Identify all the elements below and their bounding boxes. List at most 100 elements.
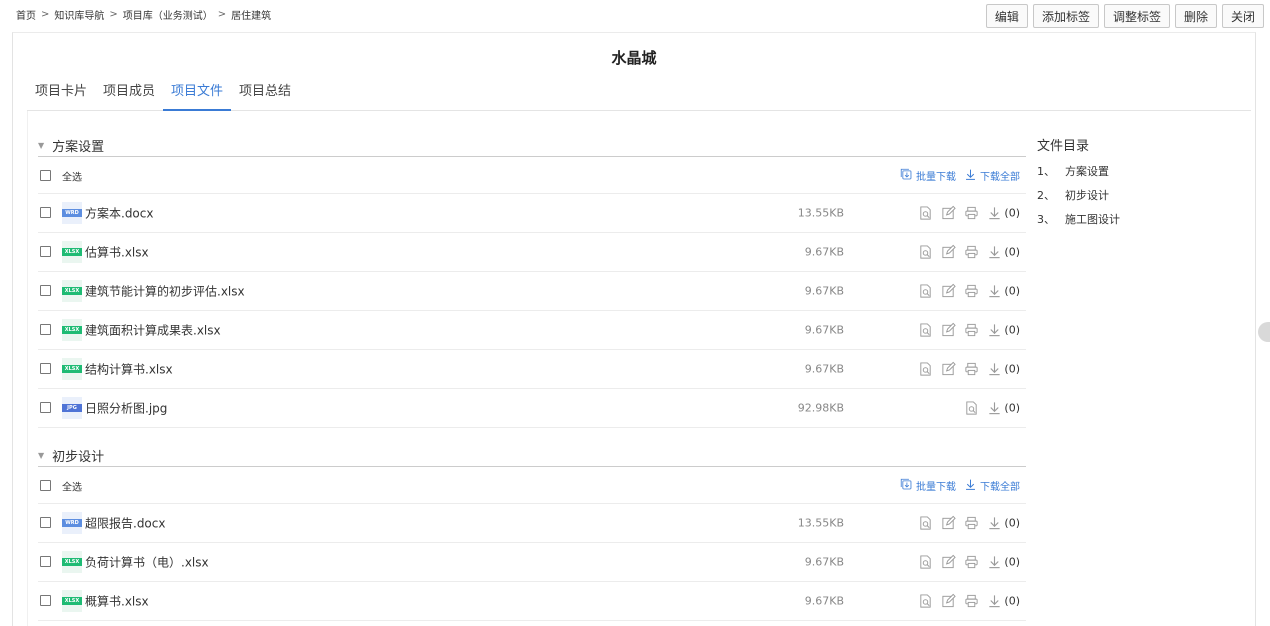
delete-button[interactable]: 删除 <box>1174 4 1217 28</box>
edit-icon[interactable] <box>941 593 957 609</box>
print-icon[interactable] <box>964 323 979 338</box>
close-button[interactable]: 关闭 <box>1221 4 1264 28</box>
catalog-item[interactable]: 2、 初步设计 <box>1037 184 1237 208</box>
file-name[interactable]: 超限报告.docx <box>85 515 165 532</box>
file-checkbox[interactable] <box>40 246 51 257</box>
breadcrumb-home[interactable]: 首页 <box>16 7 36 22</box>
batch-download-button[interactable]: 批量下载 <box>900 168 956 184</box>
tab-project-summary[interactable]: 项目总结 <box>231 79 299 111</box>
select-all-checkbox[interactable] <box>40 169 51 181</box>
file-name[interactable]: 日照分析图.jpg <box>85 400 167 417</box>
print-icon[interactable] <box>964 555 979 570</box>
caret-down-icon[interactable]: ▼ <box>38 141 44 150</box>
preview-icon[interactable] <box>918 323 933 338</box>
file-checkbox[interactable] <box>40 363 51 374</box>
file-checkbox[interactable] <box>40 324 51 335</box>
file-row: XLSX 估算书.xlsx 9.67KB (0) <box>38 233 1026 272</box>
file-type-badge: JPG <box>62 404 82 412</box>
edit-icon[interactable] <box>941 515 957 531</box>
file-row: XLSX 建筑面积计算成果表.xlsx 9.67KB (0) <box>38 311 1026 350</box>
select-all-row: 全选 批量下载 下载全部 <box>38 158 1026 194</box>
file-checkbox[interactable] <box>40 402 51 413</box>
catalog-item[interactable]: 1、 方案设置 <box>1037 160 1237 184</box>
file-name[interactable]: 负荷计算书（电）.xlsx <box>85 554 209 571</box>
file-name[interactable]: 建筑节能计算的初步评估.xlsx <box>85 283 245 300</box>
preview-icon[interactable] <box>918 516 933 531</box>
print-icon[interactable] <box>964 284 979 299</box>
page-title: 水晶城 <box>611 49 657 67</box>
file-actions: (0) <box>918 322 1020 338</box>
file-checkbox[interactable] <box>40 207 51 218</box>
section-header[interactable]: ▼ 方案设置 <box>38 135 1026 157</box>
download-button[interactable]: (0) <box>987 401 1020 416</box>
file-checkbox[interactable] <box>40 556 51 567</box>
download-button[interactable]: (0) <box>987 516 1020 531</box>
edit-icon[interactable] <box>941 283 957 299</box>
batch-download-button[interactable]: 批量下载 <box>900 478 956 494</box>
preview-icon[interactable] <box>918 362 933 377</box>
download-button[interactable]: (0) <box>987 284 1020 299</box>
download-button[interactable]: (0) <box>987 555 1020 570</box>
files-panel: 文件目录 1、 方案设置 2、 初步设计 3、 施工图设计 ▼ 方案设置 全选 批量下载 下载全部… <box>27 111 1245 626</box>
file-name[interactable]: 估算书.xlsx <box>85 244 149 261</box>
section-header[interactable]: ▼ 初步设计 <box>38 445 1026 467</box>
file-row: WRD 超限报告.docx 13.55KB (0) <box>38 504 1026 543</box>
edit-icon[interactable] <box>941 244 957 260</box>
print-icon[interactable] <box>964 516 979 531</box>
download-button[interactable]: (0) <box>987 362 1020 377</box>
file-row: XLSX 负荷计算书（电）.xlsx 9.67KB (0) <box>38 543 1026 582</box>
edit-icon[interactable] <box>941 322 957 338</box>
file-checkbox[interactable] <box>40 517 51 528</box>
breadcrumb-project-library[interactable]: 项目库（业务测试） <box>123 7 213 22</box>
catalog-item[interactable]: 3、 施工图设计 <box>1037 208 1237 232</box>
breadcrumb-knowledge-nav[interactable]: 知识库导航 <box>54 7 104 22</box>
preview-icon[interactable] <box>964 401 979 416</box>
adjust-tag-button[interactable]: 调整标签 <box>1103 4 1170 28</box>
file-checkbox[interactable] <box>40 285 51 296</box>
edit-icon[interactable] <box>941 361 957 377</box>
print-icon[interactable] <box>964 206 979 221</box>
download-all-button[interactable]: 下载全部 <box>964 168 1020 184</box>
action-toolbar: 编辑 添加标签 调整标签 删除 关闭 <box>985 4 1264 28</box>
print-icon[interactable] <box>964 362 979 377</box>
xlsx-file-icon: XLSX <box>62 280 82 302</box>
file-row: XLSX 建筑节能计算的初步评估.xlsx 9.67KB (0) <box>38 272 1026 311</box>
preview-icon[interactable] <box>918 594 933 609</box>
download-button[interactable]: (0) <box>987 206 1020 221</box>
file-actions: (0) <box>918 205 1020 221</box>
preview-icon[interactable] <box>918 555 933 570</box>
file-checkbox[interactable] <box>40 595 51 606</box>
add-tag-button[interactable]: 添加标签 <box>1032 4 1099 28</box>
wrd-file-icon: WRD <box>62 202 82 224</box>
download-all-label: 下载全部 <box>980 482 1020 493</box>
download-button[interactable]: (0) <box>987 323 1020 338</box>
print-icon[interactable] <box>964 594 979 609</box>
tab-bar: 项目卡片 项目成员 项目文件 项目总结 <box>27 79 1251 111</box>
edit-icon[interactable] <box>941 205 957 221</box>
file-name[interactable]: 建筑面积计算成果表.xlsx <box>85 322 221 339</box>
tab-project-card[interactable]: 项目卡片 <box>27 79 95 111</box>
download-icon <box>987 594 1002 609</box>
edit-icon[interactable] <box>941 554 957 570</box>
tab-project-files[interactable]: 项目文件 <box>163 79 232 111</box>
download-all-button[interactable]: 下载全部 <box>964 478 1020 494</box>
side-collapse-handle[interactable] <box>1258 322 1270 342</box>
tab-project-members[interactable]: 项目成员 <box>95 79 163 111</box>
download-icon <box>964 478 977 494</box>
print-icon[interactable] <box>964 245 979 260</box>
file-name[interactable]: 结构计算书.xlsx <box>85 361 173 378</box>
file-name[interactable]: 概算书.xlsx <box>85 593 149 610</box>
caret-down-icon[interactable]: ▼ <box>38 451 44 460</box>
file-catalog: 文件目录 1、 方案设置 2、 初步设计 3、 施工图设计 <box>1037 135 1237 232</box>
preview-icon[interactable] <box>918 284 933 299</box>
file-row: XLSX 概算书.xlsx 9.67KB (0) <box>38 582 1026 621</box>
preview-icon[interactable] <box>918 206 933 221</box>
edit-button[interactable]: 编辑 <box>985 4 1028 28</box>
file-name[interactable]: 方案本.docx <box>85 205 153 222</box>
preview-icon[interactable] <box>918 245 933 260</box>
download-button[interactable]: (0) <box>987 245 1020 260</box>
download-button[interactable]: (0) <box>987 594 1020 609</box>
download-icon <box>987 245 1002 260</box>
select-all-checkbox[interactable] <box>40 479 51 491</box>
batch-download-label: 批量下载 <box>916 482 956 493</box>
